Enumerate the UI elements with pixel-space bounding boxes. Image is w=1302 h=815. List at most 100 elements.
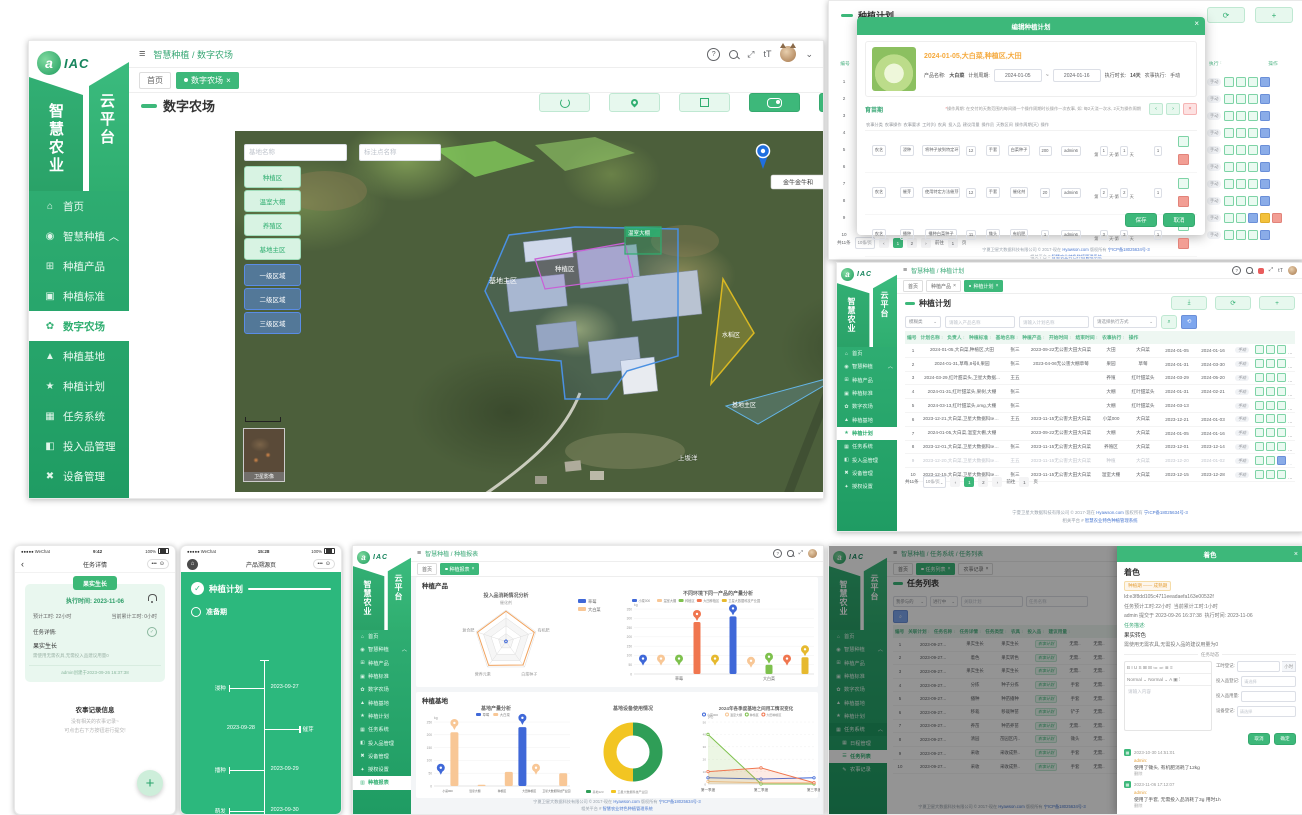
layer-toggle-button-1[interactable] — [749, 93, 800, 112]
row-action-buttons[interactable] — [1224, 230, 1270, 240]
cancel-button[interactable]: 取消 — [1163, 213, 1195, 227]
requirement-input[interactable]: 播种白菜种子 — [925, 229, 956, 240]
sidebar-item[interactable]: ✿ 数字农场 — [353, 683, 411, 696]
row-action-buttons[interactable] — [1253, 359, 1295, 369]
sidebar-item[interactable]: ◧ 投入品管理 — [353, 736, 411, 749]
sidebar-item[interactable]: ◧ 投入品管理 — [29, 431, 129, 461]
sidebar-item[interactable]: ✿ 数字农场 — [837, 400, 897, 413]
table-row[interactable]: 2 2024-01-31,草莓,8号Ⅱ,果园 张三 2023-04-06无公害大… — [905, 358, 1295, 372]
day-to-input[interactable]: 3 — [1120, 230, 1128, 240]
row-action-buttons[interactable] — [1224, 196, 1270, 206]
day-to-input[interactable]: 2 — [1120, 188, 1128, 198]
footer-link[interactable]: Hyawson.com — [613, 799, 639, 804]
sidebar-item[interactable]: ✖ 设备管理 — [29, 461, 129, 491]
tool-input[interactable]: 手套 — [986, 145, 1000, 156]
add-record-fab[interactable]: + — [137, 770, 163, 796]
help-icon[interactable]: ? — [707, 48, 720, 61]
row-action-buttons[interactable] — [1253, 442, 1295, 452]
tool-input[interactable]: 锄头 — [986, 229, 1000, 240]
prev-phase-button[interactable]: ‹ — [1149, 103, 1163, 115]
table-row[interactable]: 手动 — [1207, 158, 1301, 175]
quantity-input[interactable]: 200 — [1039, 146, 1052, 156]
footer-platform-link[interactable]: 智慧农业特色种植管理系统 — [1085, 518, 1138, 523]
close-icon[interactable]: × — [1194, 19, 1199, 28]
product-name-input[interactable] — [945, 316, 1015, 328]
requirement-input[interactable]: 使用特定方法催芽 — [922, 187, 960, 198]
refresh-button[interactable] — [539, 93, 590, 112]
table-row[interactable]: 4 2024-01-31,红叶甜菜头,果树,大棚 张三 大棚 红叶甜菜头 202… — [905, 385, 1295, 399]
theme-icon[interactable] — [1258, 268, 1264, 274]
help-icon[interactable]: ? — [1232, 266, 1241, 275]
operation-input[interactable]: 播种 — [900, 229, 914, 240]
plan-name-input[interactable] — [1019, 316, 1089, 328]
check-circle-icon[interactable]: ✓ — [147, 627, 157, 637]
region-level-button[interactable]: 三级区域 — [244, 312, 301, 334]
row-action-buttons[interactable] — [1253, 373, 1295, 383]
day-from-input[interactable]: 2 — [1100, 188, 1108, 198]
operator-input[interactable]: admin6 — [1061, 188, 1081, 198]
column-header[interactable]: 结束时间↕ — [1073, 334, 1100, 341]
match-type-select[interactable]: 模糊类⌄ — [905, 316, 941, 328]
base-name-search-input[interactable] — [244, 144, 347, 161]
per-page-select[interactable]: 10条/页 ⌄ — [923, 476, 947, 488]
tab-close-icon[interactable]: × — [226, 76, 231, 85]
quantity-input[interactable]: 1 — [1041, 230, 1049, 240]
refresh-button[interactable]: ⟳ — [1207, 7, 1245, 23]
menu-collapse-icon[interactable]: ≡ — [417, 550, 421, 557]
sidebar-item[interactable]: ▣ 种植标准 — [837, 387, 897, 400]
column-header[interactable]: 开始时间↕ — [1047, 334, 1074, 341]
sidebar-item[interactable]: ✖ 设备管理 — [353, 750, 411, 763]
more-icon[interactable]: ••• — [152, 561, 157, 567]
page-tab[interactable]: 种植报表 × — [440, 563, 479, 575]
sidebar-item[interactable]: ✿ 数字农场 — [29, 311, 129, 341]
row-action-buttons[interactable] — [1224, 213, 1282, 223]
row-action-buttons[interactable] — [1224, 162, 1270, 172]
end-date-input[interactable]: 2024-01-16 — [1053, 69, 1101, 82]
day-from-input[interactable]: 3 — [1100, 230, 1108, 240]
sidebar-item[interactable]: ⊞ 种植产品 — [837, 374, 897, 387]
add-button[interactable]: + — [1259, 296, 1295, 310]
breadcrumb-parent[interactable]: 智慧种植 — [911, 269, 935, 275]
tool-input[interactable]: 手套 — [986, 187, 1000, 198]
column-header[interactable]: 种植标准↕ — [967, 334, 994, 341]
table-row[interactable]: 7 2024-01-05,大白菜,温室大棚,大棚 2023-09-22无公害大田… — [905, 427, 1295, 441]
page-tab[interactable]: 首页 — [417, 563, 437, 575]
menu-collapse-icon[interactable]: ≡ — [139, 48, 145, 60]
layer-switcher[interactable]: 卫星影像 — [243, 428, 285, 482]
table-row[interactable]: 手动 — [1207, 226, 1301, 243]
search-icon[interactable] — [729, 50, 738, 59]
sidebar-item[interactable]: ▲ 种植基地 — [29, 341, 129, 371]
editor-toolbar-row2[interactable]: Normal ⌄ Normal ⌄ A ▣ ⫶ — [1125, 674, 1211, 686]
table-row[interactable]: 手动 — [1207, 192, 1301, 209]
search-icon[interactable] — [1246, 267, 1252, 273]
layer-toggle-button-2[interactable] — [819, 93, 824, 112]
table-row[interactable]: 手动 — [1207, 209, 1301, 226]
sidebar-item[interactable]: ★ 种植计划 — [837, 427, 897, 440]
hours-input[interactable]: 11 — [966, 230, 976, 240]
avatar[interactable] — [780, 46, 796, 62]
footer-platform-link[interactable]: 智慧农业特色种植管理系统 — [603, 806, 653, 811]
footer-link[interactable]: Hyawson.com — [1096, 510, 1124, 515]
zone-filter-button[interactable]: 种植区 — [244, 166, 301, 188]
prev-page-button[interactable]: ‹ — [950, 477, 960, 487]
region-level-button[interactable]: 一级区域 — [244, 264, 301, 286]
sidebar-item[interactable]: ▲ 种植基地 — [353, 696, 411, 709]
form-input[interactable] — [1237, 706, 1296, 717]
cycle-input[interactable]: 1 — [1154, 230, 1162, 240]
row-action-buttons[interactable] — [1253, 470, 1295, 480]
fullscreen-icon[interactable]: ⤢ — [799, 550, 803, 557]
table-row[interactable]: 9 2023-12-20,大白菜,卫星大数据科technology... 王五 … — [905, 454, 1295, 468]
exec-mode-select[interactable]: 请选择执行方式⌄ — [1093, 316, 1157, 328]
rich-text-editor[interactable]: B I U S ⊞ ⊟ ≔ ≕ ≣ ≡ Normal ⌄ Normal ⌄ A … — [1124, 661, 1212, 731]
editor-toolbar-row1[interactable]: B I U S ⊞ ⊟ ≔ ≕ ≣ ≡ — [1125, 662, 1211, 674]
font-size-icon[interactable]: tT — [763, 49, 771, 59]
row-action-buttons[interactable] — [1224, 77, 1270, 87]
sidebar-item[interactable]: ⌂ 首页 — [837, 347, 897, 360]
more-icon[interactable]: ••• — [318, 561, 323, 567]
quantity-input[interactable]: 20 — [1040, 188, 1051, 198]
search-icon[interactable] — [787, 550, 793, 556]
sidebar-item[interactable]: ▦ 任务系统 — [837, 440, 897, 453]
column-header[interactable]: 操作 — [1127, 334, 1141, 341]
delete-op-button[interactable] — [1178, 196, 1189, 207]
row-action-buttons[interactable] — [1253, 414, 1295, 424]
